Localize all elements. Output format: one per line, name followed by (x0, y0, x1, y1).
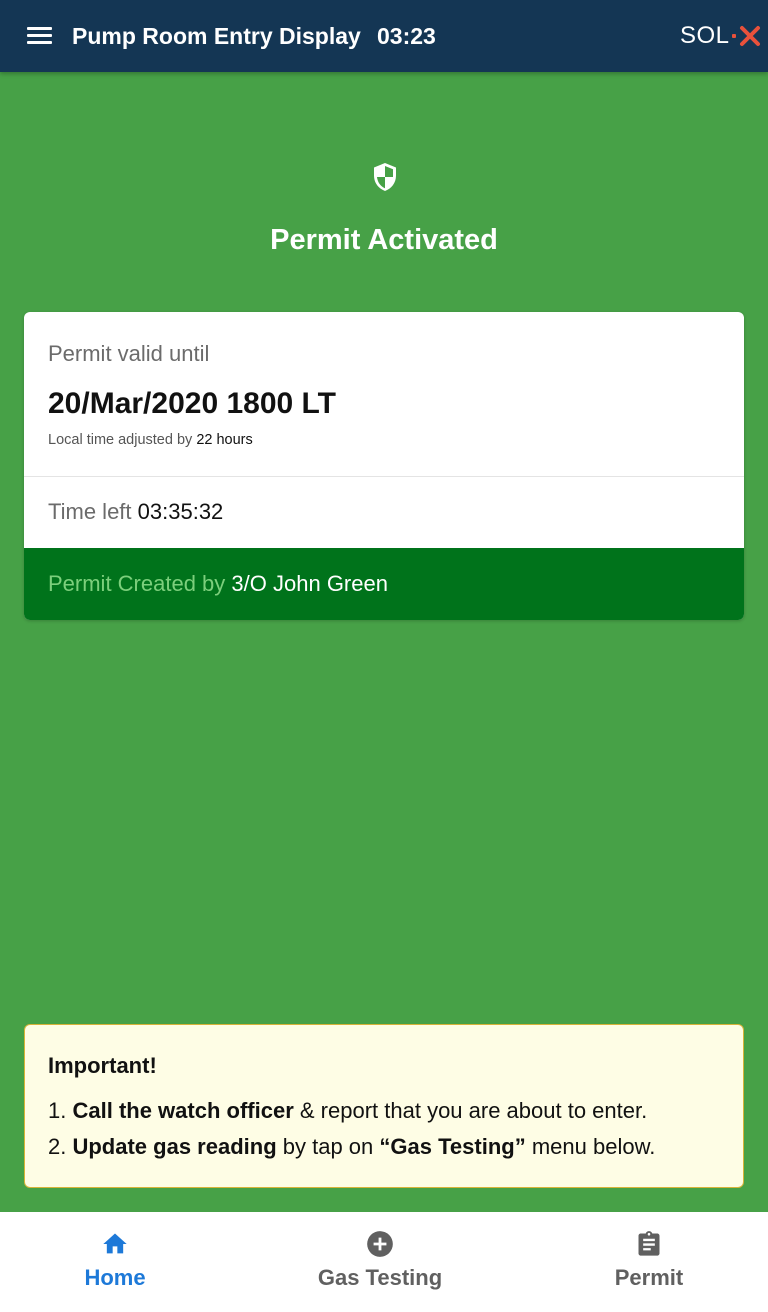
permit-card: Permit valid until 20/Mar/2020 1800 LT L… (24, 312, 744, 620)
notice-item-2-mid: by tap on (282, 1134, 374, 1159)
adjusted-prefix: Local time adjusted by (48, 432, 193, 448)
adjusted-value: 22 hours (196, 432, 253, 448)
time-adjustment: Local time adjusted by 22 hours (48, 430, 253, 450)
notice-item-1-bold: Call the watch officer (72, 1098, 294, 1123)
app-bar: Pump Room Entry Display 03:23 SOL (0, 0, 768, 72)
time-left-value: 03:35:32 (137, 499, 224, 524)
app-title: Pump Room Entry Display (72, 23, 361, 49)
notice-item-1: 1. Call the watch officer & report that … (48, 1097, 647, 1125)
nav-gas-testing-label: Gas Testing (317, 1265, 443, 1290)
notice-item-2-rest: menu below. (531, 1134, 656, 1159)
created-by-bar: Permit Created by 3/O John Green (24, 548, 744, 620)
sol-x-logo: SOL (680, 22, 761, 50)
bottom-navigation: Home Gas Testing Permit (0, 1212, 768, 1312)
nav-permit[interactable]: Permit (559, 1212, 739, 1312)
notice-item-1-number: 1. (48, 1098, 67, 1123)
logo-x-icon (739, 26, 760, 46)
important-notice: Important! 1. Call the watch officer & r… (24, 1024, 744, 1188)
created-by: Permit Created by 3/O John Green (48, 570, 388, 598)
valid-until-label: Permit valid until (48, 341, 210, 366)
created-by-value: 3/O John Green (231, 571, 388, 596)
notice-item-2-quote: “Gas Testing” (379, 1134, 526, 1159)
shield-icon (374, 163, 396, 191)
nav-home[interactable]: Home (25, 1212, 205, 1312)
notice-item-2-bold: Update gas reading (72, 1134, 277, 1159)
notice-item-1-rest: & report that you are about to enter. (299, 1098, 648, 1123)
permit-status-title: Permit Activated (270, 224, 498, 256)
valid-until-value: 20/Mar/2020 1800 LT (48, 387, 336, 420)
created-by-label: Permit Created by (48, 571, 226, 596)
clipboard-icon (638, 1231, 660, 1256)
notice-item-2: 2. Update gas reading by tap on “Gas Tes… (48, 1133, 655, 1161)
home-icon (103, 1233, 127, 1254)
current-time: 03:23 (377, 23, 436, 49)
plus-circle-icon (367, 1231, 393, 1257)
nav-permit-label: Permit (614, 1265, 684, 1290)
nav-gas-testing[interactable]: Gas Testing (290, 1212, 470, 1312)
hamburger-menu-icon[interactable] (27, 27, 52, 45)
notice-item-2-number: 2. (48, 1134, 67, 1159)
logo-dot (731, 34, 736, 38)
time-left: Time left 03:35:32 (48, 498, 223, 526)
time-left-label: Time left (48, 499, 132, 524)
logo-text: SOL (680, 22, 730, 49)
notice-title: Important! (48, 1053, 157, 1078)
card-divider (24, 476, 744, 477)
nav-home-label: Home (84, 1265, 146, 1290)
